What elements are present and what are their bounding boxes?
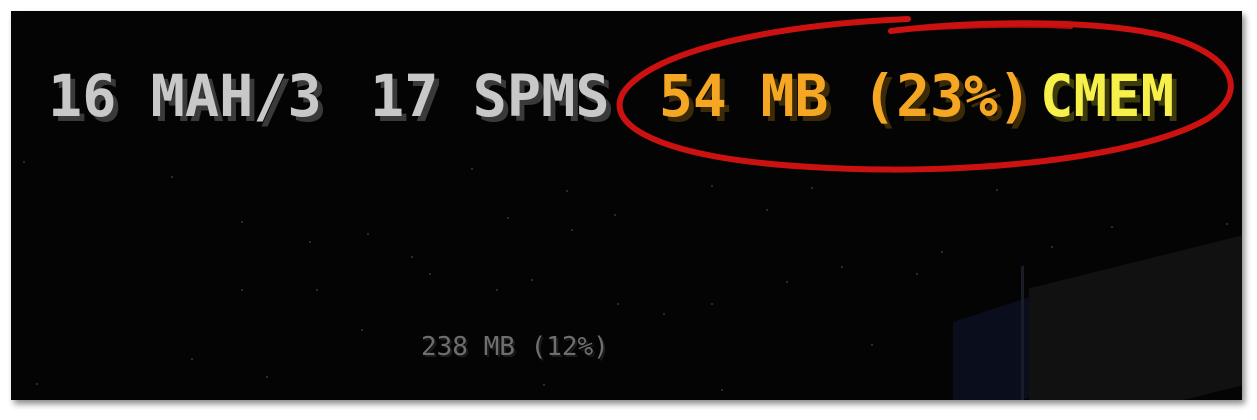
game-viewport: 16 MAH/3 17 SPMS 54 MB (23%) CMEM 238 MB… bbox=[11, 11, 1242, 400]
block-silhouette-right bbox=[1029, 233, 1242, 400]
memory-usage: 54 MB (23%) bbox=[659, 62, 1032, 130]
fps-counter: 16 MAH/3 bbox=[48, 62, 322, 130]
ping-counter: 17 SPMS bbox=[370, 62, 610, 130]
secondary-memory-readout: 238 MB (12%) bbox=[421, 332, 609, 362]
block-silhouette-edge bbox=[1021, 265, 1024, 400]
cmem-label: CMEM bbox=[1040, 62, 1175, 130]
